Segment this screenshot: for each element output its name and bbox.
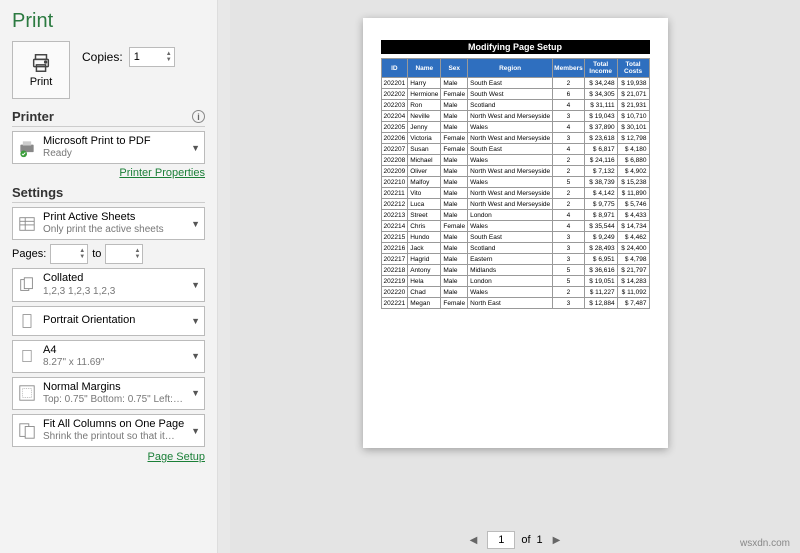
table-row: 202219HelaMaleLondon5$ 19,051$ 14,283	[381, 276, 649, 287]
page-title: Print	[12, 10, 205, 33]
printer-device-icon	[17, 138, 37, 158]
table-row: 202212LucaMaleNorth West and Merseyside2…	[381, 199, 649, 210]
copies-spinner[interactable]: ▲▼	[129, 47, 175, 67]
sheet-title: Modifying Page Setup	[381, 40, 650, 54]
table-row: 202202HermioneFemaleSouth West6$ 34,305$…	[381, 89, 649, 100]
info-icon[interactable]: i	[192, 110, 205, 123]
sheets-icon	[17, 214, 37, 234]
orientation-icon	[17, 311, 37, 331]
table-row: 202214ChrisFemaleWales4$ 35,544$ 14,734	[381, 221, 649, 232]
paper-select[interactable]: A4 8.27" x 11.69" ▼	[12, 340, 205, 373]
table-row: 202217HagridMaleEastern3$ 6,951$ 4,798	[381, 254, 649, 265]
printer-properties-link[interactable]: Printer Properties	[12, 167, 205, 179]
prev-page[interactable]: ◀	[466, 535, 482, 546]
table-row: 202213StreetMaleLondon4$ 8,971$ 4,433	[381, 210, 649, 221]
pages-range: Pages: ▲▼ to ▲▼	[12, 244, 205, 264]
printer-status: Ready	[43, 148, 185, 160]
orientation-select[interactable]: Portrait Orientation ▼	[12, 306, 205, 336]
chevron-down-icon: ▼	[191, 143, 200, 153]
table-row: 202220ChadMaleWales2$ 11,227$ 11,092	[381, 287, 649, 298]
collate-select[interactable]: Collated 1,2,3 1,2,3 1,2,3 ▼	[12, 268, 205, 301]
col-header: ID	[381, 59, 408, 78]
page-total: 1	[537, 534, 543, 546]
preview-page: Modifying Page Setup IDNameSexRegionMemb…	[363, 18, 668, 448]
chevron-down-icon: ▼	[191, 388, 200, 398]
print-button[interactable]: Print	[12, 41, 70, 99]
copies-group: Copies: ▲▼	[82, 47, 175, 67]
col-header: Region	[468, 59, 553, 78]
table-row: 202207SusanFemaleSouth East4$ 6,817$ 4,1…	[381, 144, 649, 155]
pager: ◀ of 1 ▶	[230, 527, 800, 553]
table-row: 202211VitoMaleNorth West and Merseyside2…	[381, 188, 649, 199]
data-table: IDNameSexRegionMembersTotal IncomeTotal …	[381, 58, 650, 309]
table-row: 202203RonMaleScotland4$ 31,111$ 21,931	[381, 100, 649, 111]
collate-icon	[17, 275, 37, 295]
table-row: 202221MeganFemaleNorth East3$ 12,884$ 7,…	[381, 298, 649, 309]
spinner-arrows[interactable]: ▲▼	[164, 51, 174, 63]
printer-heading: Printer i	[12, 109, 205, 127]
table-row: 202215HundoMaleSouth East3$ 9,249$ 4,462	[381, 232, 649, 243]
copies-label: Copies:	[82, 50, 123, 64]
col-header: Total Income	[584, 59, 617, 78]
pages-to[interactable]: ▲▼	[105, 244, 143, 264]
preview-canvas: Modifying Page Setup IDNameSexRegionMemb…	[230, 0, 800, 527]
table-row: 202209OliverMaleNorth West and Merseysid…	[381, 166, 649, 177]
table-row: 202208MichaelMaleWales2$ 24,116$ 6,880	[381, 155, 649, 166]
col-header: Members	[553, 59, 585, 78]
scaling-icon	[17, 421, 37, 441]
table-row: 202210MalfoyMaleWales5$ 38,739$ 15,238	[381, 177, 649, 188]
col-header: Sex	[441, 59, 468, 78]
col-header: Total Costs	[617, 59, 649, 78]
table-row: 202216JackMaleScotland3$ 28,493$ 24,400	[381, 243, 649, 254]
settings-heading: Settings	[12, 185, 205, 203]
scaling-select[interactable]: Fit All Columns on One Page Shrink the p…	[12, 414, 205, 447]
table-row: 202204NevilleMaleNorth West and Merseysi…	[381, 111, 649, 122]
table-row: 202218AntonyMaleMidlands5$ 36,616$ 21,79…	[381, 265, 649, 276]
chevron-down-icon: ▼	[191, 426, 200, 436]
pages-from[interactable]: ▲▼	[50, 244, 88, 264]
paper-icon	[17, 346, 37, 366]
print-row: Print Copies: ▲▼	[12, 41, 205, 99]
copies-input[interactable]	[130, 49, 164, 65]
next-page[interactable]: ▶	[549, 535, 565, 546]
print-scope-select[interactable]: Print Active Sheets Only print the activ…	[12, 207, 205, 240]
col-header: Name	[408, 59, 441, 78]
chevron-down-icon: ▼	[191, 280, 200, 290]
table-row: 202205JennyMaleWales4$ 37,890$ 30,101	[381, 122, 649, 133]
printer-select[interactable]: Microsoft Print to PDF Ready ▼	[12, 131, 205, 164]
chevron-down-icon: ▼	[191, 219, 200, 229]
preview-area: Modifying Page Setup IDNameSexRegionMemb…	[230, 0, 800, 553]
page-current[interactable]	[487, 531, 515, 549]
page-setup-link[interactable]: Page Setup	[12, 451, 205, 463]
settings-stack: Print Active Sheets Only print the activ…	[12, 207, 205, 447]
chevron-down-icon: ▼	[191, 316, 200, 326]
table-row: 202201HarryMaleSouth East2$ 34,248$ 19,9…	[381, 78, 649, 89]
printer-name: Microsoft Print to PDF	[43, 135, 185, 148]
print-panel: Print Print Copies: ▲▼ Printer i Microso…	[0, 0, 218, 553]
printer-icon	[30, 52, 52, 74]
margins-select[interactable]: Normal Margins Top: 0.75" Bottom: 0.75" …	[12, 377, 205, 410]
table-row: 202206VictoriaFemaleNorth West and Merse…	[381, 133, 649, 144]
print-button-label: Print	[30, 76, 53, 88]
watermark: wsxdn.com	[740, 538, 790, 549]
chevron-down-icon: ▼	[191, 351, 200, 361]
margins-icon	[17, 383, 37, 403]
